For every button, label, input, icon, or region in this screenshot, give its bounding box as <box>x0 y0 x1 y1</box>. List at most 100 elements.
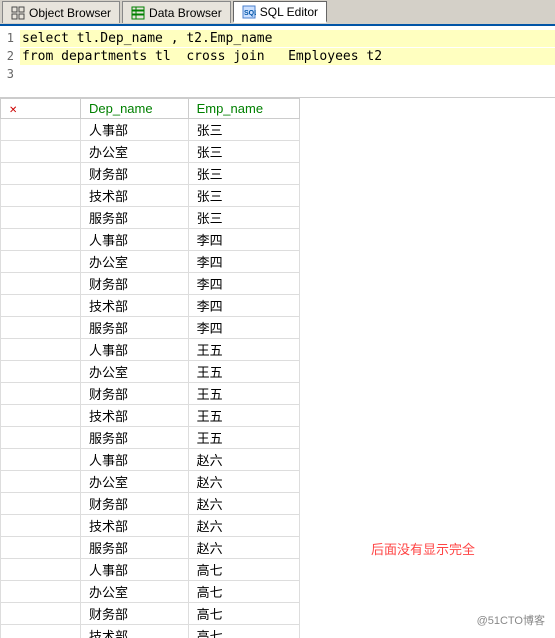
table-row: 服务部张三 <box>1 207 300 229</box>
cell-emp-name: 李四 <box>188 251 299 273</box>
sql-line-3-text[interactable] <box>20 66 555 83</box>
cell-dep-name: 办公室 <box>81 471 189 493</box>
table-row: 服务部王五 <box>1 427 300 449</box>
table-row: 办公室王五 <box>1 361 300 383</box>
cell-emp-name: 李四 <box>188 273 299 295</box>
tab-bar: Object Browser Data Browser SQL SQL Edit… <box>0 0 555 26</box>
table-row: 财务部张三 <box>1 163 300 185</box>
row-indicator <box>1 427 81 449</box>
cell-emp-name: 赵六 <box>188 449 299 471</box>
row-indicator <box>1 317 81 339</box>
table-row: 办公室李四 <box>1 251 300 273</box>
row-indicator <box>1 537 81 559</box>
table-row: 人事部高七 <box>1 559 300 581</box>
sql-editor-icon: SQL <box>242 5 256 19</box>
table-row: 办公室张三 <box>1 141 300 163</box>
results-body: 人事部张三办公室张三财务部张三技术部张三服务部张三人事部李四办公室李四财务部李四… <box>1 119 300 638</box>
cell-dep-name: 财务部 <box>81 493 189 515</box>
row-indicator <box>1 207 81 229</box>
row-indicator <box>1 625 81 638</box>
cell-dep-name: 财务部 <box>81 383 189 405</box>
cell-emp-name: 赵六 <box>188 537 299 559</box>
cell-emp-name: 王五 <box>188 339 299 361</box>
cell-dep-name: 财务部 <box>81 603 189 625</box>
cell-dep-name: 技术部 <box>81 405 189 427</box>
data-browser-icon <box>131 6 145 20</box>
row-indicator <box>1 449 81 471</box>
row-indicator <box>1 119 81 141</box>
cell-dep-name: 财务部 <box>81 273 189 295</box>
cell-emp-name: 张三 <box>188 185 299 207</box>
cell-emp-name: 李四 <box>188 229 299 251</box>
cell-dep-name: 服务部 <box>81 427 189 449</box>
table-row: 技术部赵六 <box>1 515 300 537</box>
cell-emp-name: 张三 <box>188 141 299 163</box>
col-header-emp-name: Emp_name <box>188 99 299 119</box>
cell-emp-name: 张三 <box>188 163 299 185</box>
row-indicator <box>1 295 81 317</box>
sql-line-2-text[interactable]: from departments tl cross join Employees… <box>20 48 555 65</box>
table-row: 财务部赵六 <box>1 493 300 515</box>
table-row: 财务部李四 <box>1 273 300 295</box>
cell-emp-name: 张三 <box>188 119 299 141</box>
sql-editor-panel[interactable]: 1 select tl.Dep_name , t2.Emp_name 2 fro… <box>0 26 555 98</box>
row-indicator <box>1 273 81 295</box>
row-indicator <box>1 251 81 273</box>
cell-dep-name: 财务部 <box>81 163 189 185</box>
row-indicator <box>1 603 81 625</box>
table-row: 办公室赵六 <box>1 471 300 493</box>
error-indicator: ✕ <box>9 105 17 116</box>
table-row: 办公室高七 <box>1 581 300 603</box>
tab-data-browser-label: Data Browser <box>149 6 222 20</box>
tab-sql-editor[interactable]: SQL SQL Editor <box>233 1 327 23</box>
row-indicator <box>1 559 81 581</box>
row-indicator <box>1 581 81 603</box>
results-table: ✕ Dep_name Emp_name 人事部张三办公室张三财务部张三技术部张三… <box>0 98 300 638</box>
table-row: 服务部李四 <box>1 317 300 339</box>
row-indicator <box>1 163 81 185</box>
cell-emp-name: 王五 <box>188 361 299 383</box>
table-row: 人事部张三 <box>1 119 300 141</box>
table-row: 技术部王五 <box>1 405 300 427</box>
cell-emp-name: 赵六 <box>188 493 299 515</box>
cell-emp-name: 王五 <box>188 383 299 405</box>
cell-dep-name: 办公室 <box>81 581 189 603</box>
watermark: @51CTO博客 <box>477 612 545 628</box>
table-row: 财务部高七 <box>1 603 300 625</box>
cell-dep-name: 服务部 <box>81 317 189 339</box>
row-indicator <box>1 493 81 515</box>
line-number-3: 3 <box>0 66 20 81</box>
sql-line-1-text[interactable]: select tl.Dep_name , t2.Emp_name <box>20 30 555 47</box>
cell-emp-name: 高七 <box>188 603 299 625</box>
cell-dep-name: 人事部 <box>81 119 189 141</box>
svg-text:SQL: SQL <box>244 10 256 17</box>
line-number-1: 1 <box>0 30 20 45</box>
line-number-2: 2 <box>0 48 20 63</box>
row-indicator <box>1 339 81 361</box>
cell-emp-name: 李四 <box>188 317 299 339</box>
cell-emp-name: 高七 <box>188 559 299 581</box>
cell-emp-name: 张三 <box>188 207 299 229</box>
cell-dep-name: 人事部 <box>81 339 189 361</box>
tab-object-browser-label: Object Browser <box>29 6 111 20</box>
table-row: 财务部王五 <box>1 383 300 405</box>
cell-dep-name: 人事部 <box>81 449 189 471</box>
row-indicator <box>1 515 81 537</box>
col-dep-name-label: Dep_name <box>89 101 153 116</box>
cell-emp-name: 赵六 <box>188 515 299 537</box>
row-indicator <box>1 141 81 163</box>
cell-emp-name: 王五 <box>188 427 299 449</box>
object-browser-icon <box>11 6 25 20</box>
table-row: 服务部赵六 <box>1 537 300 559</box>
table-row: 技术部张三 <box>1 185 300 207</box>
tab-data-browser[interactable]: Data Browser <box>122 1 231 23</box>
cell-emp-name: 李四 <box>188 295 299 317</box>
results-area[interactable]: ✕ Dep_name Emp_name 人事部张三办公室张三财务部张三技术部张三… <box>0 98 555 638</box>
tab-object-browser[interactable]: Object Browser <box>2 1 120 23</box>
table-row: 人事部李四 <box>1 229 300 251</box>
cell-dep-name: 人事部 <box>81 559 189 581</box>
row-indicator <box>1 229 81 251</box>
cell-dep-name: 技术部 <box>81 625 189 638</box>
row-indicator <box>1 471 81 493</box>
table-row: 人事部王五 <box>1 339 300 361</box>
